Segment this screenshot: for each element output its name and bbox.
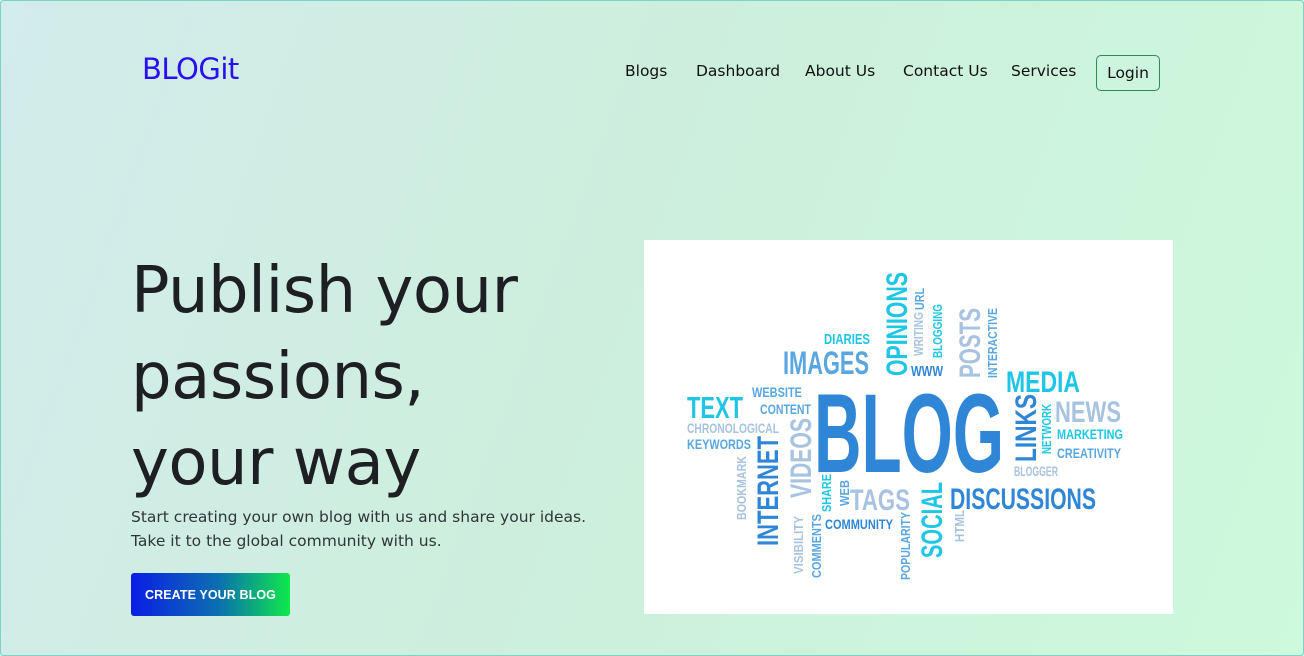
word-bookmark: BOOKMARK xyxy=(734,456,749,520)
nav-item-contact-us[interactable]: Contact Us xyxy=(903,62,988,80)
hero-subtitle-line: Take it to the global community with us. xyxy=(131,532,442,550)
word-url: URL xyxy=(912,288,927,310)
word-blogger: BLOGGER xyxy=(1014,463,1058,479)
nav-item-dashboard[interactable]: Dashboard xyxy=(696,62,780,80)
word-interactive: INTERACTIVE xyxy=(985,308,1000,378)
word-diaries: DIARIES xyxy=(824,331,870,348)
word-html: HTML xyxy=(952,510,967,542)
hero-title-line: Publish your xyxy=(131,254,518,328)
word-opinions: OPINIONS xyxy=(881,272,914,376)
word-keywords: KEYWORDS xyxy=(687,436,751,452)
word-website: WEBSITE xyxy=(752,384,802,400)
hero-title-line: passions, xyxy=(131,340,425,414)
word-chronological: CHRONOLOGICAL xyxy=(687,420,779,436)
word-writing: WRITING xyxy=(911,312,926,356)
word-marketing: MARKETING xyxy=(1057,426,1123,442)
word-social: SOCIAL xyxy=(916,482,949,558)
word-comments: COMMENTS xyxy=(809,514,824,578)
word-blogging: BLOGGING xyxy=(930,304,945,358)
hero-title: Publish your passions, your way xyxy=(131,248,518,506)
nav-item-services[interactable]: Services xyxy=(1011,62,1076,80)
word-discussions: DISCUSSIONS xyxy=(950,483,1096,516)
hero-subtitle-line: Start creating your own blog with us and… xyxy=(131,508,587,526)
login-button[interactable]: Login xyxy=(1096,55,1160,91)
nav-item-blogs[interactable]: Blogs xyxy=(625,62,667,80)
hero-subtitle: Start creating your own blog with us and… xyxy=(131,505,586,553)
word-share: SHARE xyxy=(819,474,834,512)
word-community: COMMUNITY xyxy=(825,516,894,532)
word-blog: BLOG xyxy=(814,371,1004,496)
word-content: CONTENT xyxy=(760,401,811,417)
blog-word-cloud-image: BLOG IMAGES DIARIES WWW MEDIA TEXT WEBSI… xyxy=(644,240,1173,614)
create-blog-button[interactable]: CREATE YOUR BLOG xyxy=(131,573,290,616)
word-visibility: VISIBILITY xyxy=(791,516,806,574)
word-network: NETWORK xyxy=(1039,404,1054,454)
hero-title-line: your way xyxy=(131,426,421,500)
word-www: WWW xyxy=(911,363,944,380)
word-images: IMAGES xyxy=(783,345,869,381)
word-cloud: BLOG IMAGES DIARIES WWW MEDIA TEXT WEBSI… xyxy=(687,272,1123,580)
word-popularity: POPULARITY xyxy=(898,512,913,580)
word-creativity: CREATIVITY xyxy=(1057,445,1122,461)
word-internet: INTERNET xyxy=(752,436,785,546)
word-news: NEWS xyxy=(1055,396,1121,429)
word-posts: POSTS xyxy=(954,308,987,378)
nav-item-about-us[interactable]: About Us xyxy=(805,62,875,80)
word-videos: VIDEOS xyxy=(785,418,818,498)
word-web: WEB xyxy=(837,480,852,506)
